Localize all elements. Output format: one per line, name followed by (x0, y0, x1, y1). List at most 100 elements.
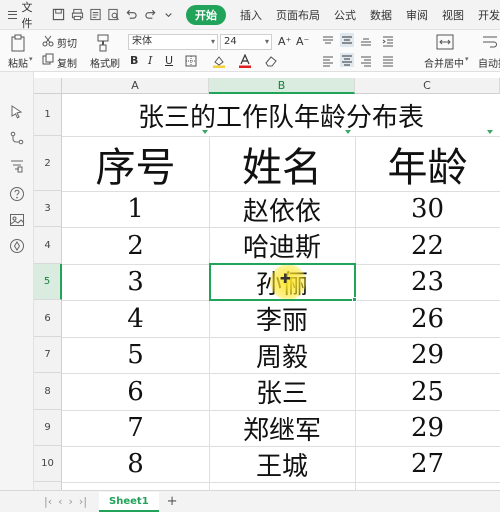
decrease-font-button[interactable]: A⁻ (296, 35, 309, 48)
ribbon-tab-0[interactable]: 开始 (186, 4, 227, 25)
cell-b7[interactable]: 周毅 (209, 337, 355, 373)
print-icon[interactable] (71, 8, 84, 22)
cut-button[interactable]: 剪切 (57, 35, 77, 50)
row-header-7[interactable]: 7 (34, 337, 62, 373)
merge-dropdown-icon[interactable]: ▾ (465, 55, 469, 63)
align-left-icon[interactable] (322, 55, 334, 67)
row-header-10[interactable]: 10 (34, 446, 62, 482)
clear-format-icon[interactable] (264, 54, 278, 68)
ribbon-tab-5[interactable]: 审阅 (406, 7, 428, 23)
add-sheet-button[interactable]: + (167, 494, 178, 509)
redo-icon[interactable] (144, 8, 157, 22)
cell-b8[interactable]: 张三 (209, 373, 355, 410)
cell-c7[interactable]: 29 (355, 337, 500, 373)
cell-b10[interactable]: 王城 (209, 446, 355, 482)
underline-button[interactable]: U (165, 54, 173, 67)
ribbon-tab-2[interactable]: 页面布局 (276, 7, 320, 23)
row-header-8[interactable]: 8 (34, 373, 62, 410)
align-right-icon[interactable] (360, 55, 372, 67)
increase-font-button[interactable]: A⁺ (278, 35, 291, 48)
file-menu[interactable]: 文件 (21, 0, 42, 31)
next-sheet-icon[interactable]: › (69, 495, 73, 508)
format-painter-icon[interactable] (96, 34, 110, 52)
cell-a4[interactable]: 2 (62, 227, 209, 264)
paste-icon[interactable] (10, 34, 26, 52)
branch-icon[interactable] (9, 130, 25, 146)
sheet-tab-sheet1[interactable]: Sheet1 (99, 491, 159, 512)
cell-b3[interactable]: 赵依依 (209, 191, 355, 227)
paste-dropdown-icon[interactable]: ▾ (29, 55, 33, 63)
help-icon[interactable] (9, 186, 25, 202)
merge-center-button[interactable]: 合并居中 (424, 55, 464, 70)
ribbon-tab-4[interactable]: 数据 (370, 7, 392, 23)
row-header-1[interactable]: 1 (34, 94, 62, 136)
header-cell-age[interactable]: 年龄 (355, 136, 500, 191)
column-header-a[interactable]: A (62, 78, 209, 94)
location-icon[interactable] (9, 238, 25, 254)
bold-button[interactable]: B (130, 54, 138, 67)
copy-icon[interactable] (42, 53, 54, 65)
justify-icon[interactable] (382, 55, 394, 67)
cell-b4[interactable]: 哈迪斯 (209, 227, 355, 264)
cell-a6[interactable]: 4 (62, 300, 209, 337)
cut-icon[interactable] (42, 35, 54, 47)
align-bottom-icon[interactable] (360, 35, 372, 47)
cell-c9[interactable]: 29 (355, 410, 500, 446)
ribbon-tab-6[interactable]: 视图 (442, 7, 464, 23)
cell-a3[interactable]: 1 (62, 191, 209, 227)
print-preview-icon[interactable] (107, 8, 120, 22)
borders-icon[interactable] (185, 55, 197, 67)
select-cursor-icon[interactable] (9, 104, 25, 120)
cell-a8[interactable]: 6 (62, 373, 209, 410)
filter-icon[interactable] (9, 158, 25, 174)
column-header-c[interactable]: C (355, 78, 500, 94)
autowrap-button[interactable]: 自动换 (478, 55, 500, 70)
header-cell-name[interactable]: 姓名 (209, 136, 355, 191)
row-header-4[interactable]: 4 (34, 227, 62, 264)
cell-a7[interactable]: 5 (62, 337, 209, 373)
align-middle-icon[interactable] (340, 33, 354, 47)
align-top-icon[interactable] (322, 35, 334, 47)
save-icon[interactable] (52, 8, 65, 22)
copy-button[interactable]: 复制 (57, 55, 77, 70)
ribbon-tab-7[interactable]: 开发 (478, 7, 500, 23)
cell-a5[interactable]: 3 (62, 264, 209, 300)
cell-b9[interactable]: 郑继军 (209, 410, 355, 446)
cell-c3[interactable]: 30 (355, 191, 500, 227)
last-sheet-icon[interactable]: ›| (79, 495, 87, 508)
indent-icon[interactable] (382, 35, 394, 47)
row-header-9[interactable]: 9 (34, 410, 62, 446)
cell-c10[interactable]: 27 (355, 446, 500, 482)
first-sheet-icon[interactable]: |‹ (44, 495, 52, 508)
merge-center-icon[interactable] (436, 34, 454, 50)
select-all-corner[interactable] (34, 78, 62, 94)
column-header-b[interactable]: B (209, 78, 355, 94)
undo-icon[interactable] (125, 8, 138, 22)
cell-c4[interactable]: 22 (355, 227, 500, 264)
row-header-11[interactable] (34, 482, 62, 490)
format-painter-button[interactable]: 格式刷 (90, 55, 120, 70)
cell-b6[interactable]: 李丽 (209, 300, 355, 337)
cell-c5[interactable]: 23 (355, 264, 500, 300)
cell-c6[interactable]: 26 (355, 300, 500, 337)
fill-handle[interactable] (352, 297, 357, 302)
wrap-text-icon[interactable] (482, 34, 498, 50)
dropdown-icon[interactable] (162, 8, 175, 22)
font-name-select[interactable]: 宋体 ▾ (128, 34, 218, 50)
export-icon[interactable] (89, 8, 102, 22)
header-cell-seq[interactable]: 序号 (62, 136, 209, 191)
ribbon-tab-3[interactable]: 公式 (334, 7, 356, 23)
row-header-2[interactable]: 2 (34, 136, 62, 191)
cell-a9[interactable]: 7 (62, 410, 209, 446)
row-header-5[interactable]: 5 (34, 264, 62, 300)
italic-button[interactable]: I (148, 54, 152, 67)
ribbon-tab-1[interactable]: 插入 (240, 7, 262, 23)
image-icon[interactable] (9, 212, 25, 228)
spreadsheet-grid[interactable]: A B C 1 2 3 4 5 6 7 8 9 10 张三的工作队年龄分布表 序… (34, 72, 500, 490)
font-color-icon[interactable] (238, 54, 252, 68)
row-header-3[interactable]: 3 (34, 191, 62, 227)
cell-c8[interactable]: 25 (355, 373, 500, 410)
fill-color-icon[interactable] (212, 55, 226, 68)
cell-a10[interactable]: 8 (62, 446, 209, 482)
row-header-6[interactable]: 6 (34, 300, 62, 337)
